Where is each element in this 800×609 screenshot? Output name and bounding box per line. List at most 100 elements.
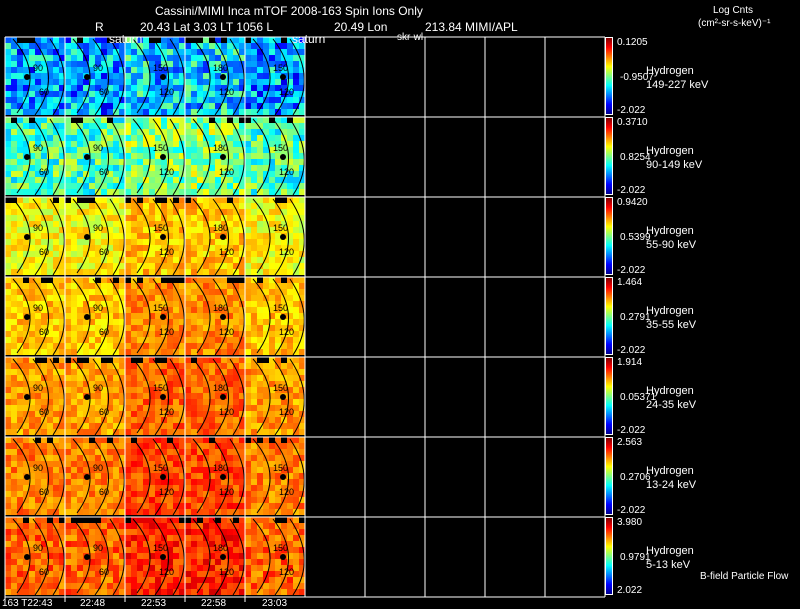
contour-label: 60 [99,167,109,177]
b-field-dot [280,314,286,320]
b-field-dot [24,74,30,80]
contour-label: 180 [213,143,228,153]
b-field-dot [84,154,90,160]
skr-label: skr-wl [397,32,424,43]
b-field-dot [84,314,90,320]
b-field-dot [280,74,286,80]
colorbar-max: 1.914 [617,357,643,368]
contour-label: 180 [213,543,228,553]
colorbar-4 [605,277,613,355]
colorbar-7 [605,517,613,595]
contour-label: 120 [219,247,234,257]
b-field-dot [280,394,286,400]
contour-label: 90 [93,543,103,553]
energy-label: 24-35 keV [646,399,697,411]
contour-label: 150 [153,463,168,473]
r-label: R [95,20,104,34]
b-field-dot [280,554,286,560]
contour-label: 150 [273,223,288,233]
contour-label: 120 [219,167,234,177]
contour-label: 180 [213,463,228,473]
b-field-dot [160,554,166,560]
contour-label: 60 [39,167,49,177]
contour-label: 120 [219,487,234,497]
species-label: Hydrogen [646,305,694,317]
b-field-dot [160,234,166,240]
units-line1: Log Cnts [713,5,754,16]
b-field-dot [280,474,286,480]
colorbar-max: 0.3710 [617,117,648,128]
b-field-dot [24,474,30,480]
colorbar-min: -2.022 [617,425,646,436]
contour-label: 90 [33,143,43,153]
contour-label: 60 [39,87,49,97]
b-field-dot [280,154,286,160]
b-field-dot [220,474,226,480]
contour-label: 120 [159,247,174,257]
colorbar-min: -2.022 [617,185,646,196]
contour-label: 120 [279,327,294,337]
contour-label: 120 [159,567,174,577]
b-field-dot [160,154,166,160]
energy-label: 90-149 keV [646,159,703,171]
b-field-dot [280,234,286,240]
contour-label: 180 [213,63,228,73]
energy-label: 13-24 keV [646,479,697,491]
colorbar-max: 0.9420 [617,197,648,208]
contour-label: 120 [279,167,294,177]
b-field-dot [220,234,226,240]
b-field-dot [24,154,30,160]
b-field-dot [84,74,90,80]
legend-note: B-field Particle Flow [700,571,789,582]
contour-label: 90 [33,223,43,233]
b-field-dot [220,154,226,160]
contour-label: 90 [33,63,43,73]
b-field-dot [220,554,226,560]
colorbar-max: 3.980 [617,517,643,528]
contour-label: 90 [93,463,103,473]
contour-label: 90 [93,143,103,153]
contour-label: 60 [99,567,109,577]
b-field-dot [84,394,90,400]
colorbar-1 [605,37,613,115]
species-label: Hydrogen [646,385,694,397]
colorbar-2 [605,117,613,195]
time-tick-3: 22:53 [141,598,167,609]
energy-label: 55-90 keV [646,239,697,251]
colorbar-min: -2.022 [617,505,646,516]
contour-label: 60 [39,407,49,417]
colorbar-min: -2.022 [617,105,646,116]
contour-label: 150 [153,303,168,313]
colorbar-max: 0.1205 [617,37,648,48]
energy-label: 149-227 keV [646,79,709,91]
b-field-dot [84,474,90,480]
contour-label: 150 [153,143,168,153]
contour-label: 150 [153,63,168,73]
contour-label: 90 [93,303,103,313]
contour-label: 150 [153,223,168,233]
saturn-label-1: saturn [109,32,143,46]
colorbar-5 [605,357,613,435]
colorbar-max: 2.563 [617,437,643,448]
contour-label: 120 [279,487,294,497]
contour-label: 120 [159,487,174,497]
b-field-dot [24,394,30,400]
time-tick-5: 23:03 [262,598,288,609]
b-field-dot [160,474,166,480]
contour-label: 180 [213,303,228,313]
b-field-dot [160,314,166,320]
contour-label: 120 [219,567,234,577]
contour-label: 90 [33,543,43,553]
contour-label: 90 [33,383,43,393]
contour-label: 60 [99,407,109,417]
colorbar-min: -2.022 [617,345,646,356]
contour-label: 60 [39,327,49,337]
contour-label: 150 [273,543,288,553]
title-line: Cassini/MIMI Inca mTOF 2008-163 Spin Ion… [155,4,423,18]
contour-label: 150 [273,303,288,313]
contour-label: 120 [279,247,294,257]
b-field-dot [160,394,166,400]
b-field-dot [84,554,90,560]
contour-label: 180 [213,383,228,393]
contour-label: 120 [219,87,234,97]
